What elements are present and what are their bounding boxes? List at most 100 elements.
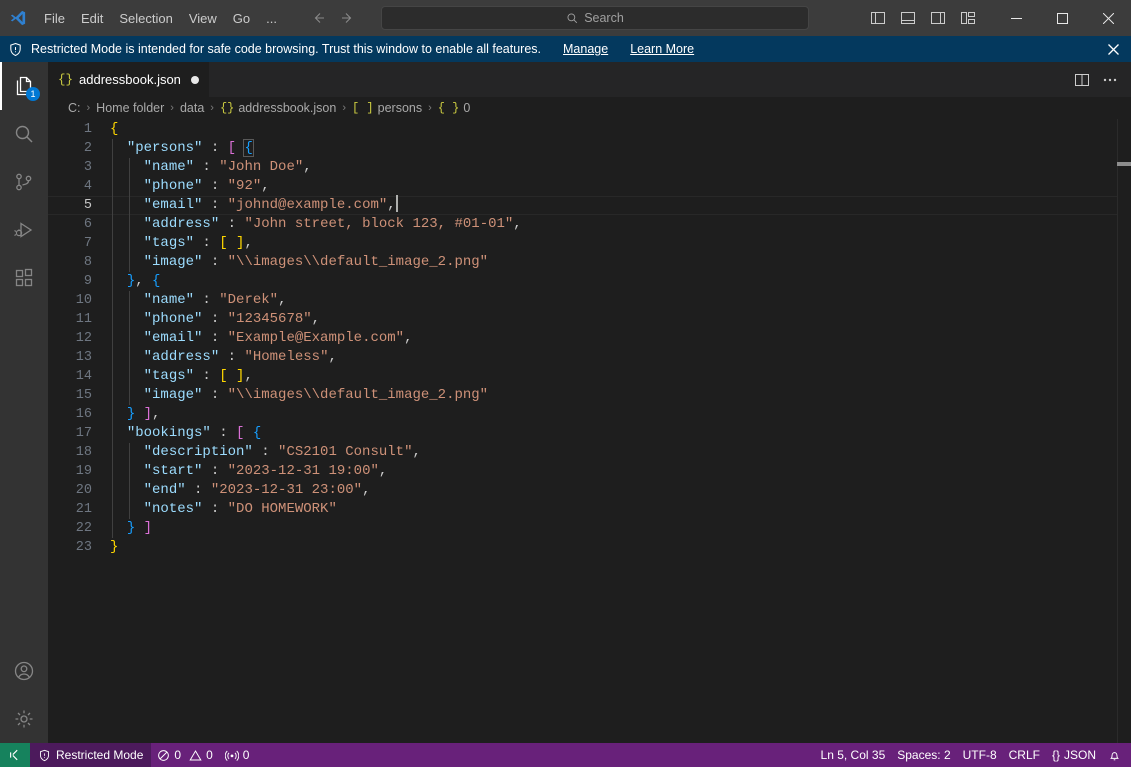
breadcrumb-item-home-folder[interactable]: Home folder <box>96 101 164 115</box>
line-number: 7 <box>83 236 92 251</box>
code-line[interactable]: 17 "bookings" : [ { <box>48 424 1117 443</box>
menu-selection[interactable]: Selection <box>111 0 180 36</box>
status-eol[interactable]: CRLF <box>1003 743 1046 767</box>
customize-layout-icon[interactable] <box>955 5 981 31</box>
code-token: , <box>404 330 413 346</box>
menu-file[interactable]: File <box>36 0 73 36</box>
code-line[interactable]: 20 "end" : "2023-12-31 23:00", <box>48 481 1117 500</box>
code-token: "John street, block 123, #01-01" <box>244 216 514 232</box>
scrollbar-slider[interactable] <box>1117 162 1131 166</box>
code-token: , <box>261 178 270 194</box>
minimize-icon[interactable] <box>993 0 1039 36</box>
code-line[interactable]: 6 "address" : "John street, block 123, #… <box>48 215 1117 234</box>
code-line[interactable]: 1{ <box>48 120 1117 139</box>
search-input[interactable]: Search <box>381 6 809 30</box>
code-line[interactable]: 18 "description" : "CS2101 Consult", <box>48 443 1117 462</box>
maximize-icon[interactable] <box>1039 0 1085 36</box>
status-ports[interactable]: 0 <box>219 743 256 767</box>
code-line[interactable]: 13 "address" : "Homeless", <box>48 348 1117 367</box>
gear-icon[interactable] <box>0 695 48 743</box>
title-bar: File Edit Selection View Go ... Search <box>0 0 1131 36</box>
line-number: 14 <box>75 369 92 384</box>
indent-guide <box>128 462 130 481</box>
editor-scrollbar[interactable] <box>1117 119 1131 743</box>
code-editor[interactable]: 1{2 "persons" : [ {3 "name" : "John Doe"… <box>48 119 1131 743</box>
code-line[interactable]: 15 "image" : "\\images\\default_image_2.… <box>48 386 1117 405</box>
code-line[interactable]: 5 "email" : "johnd@example.com", <box>48 194 1117 215</box>
sidebar-item-search[interactable] <box>0 110 48 158</box>
remote-window-indicator[interactable] <box>0 743 30 767</box>
status-notifications[interactable] <box>1102 743 1127 767</box>
code-token: : <box>202 387 228 403</box>
sidebar-item-run-and-debug[interactable] <box>0 206 48 254</box>
code-line[interactable]: 3 "name" : "John Doe", <box>48 158 1117 177</box>
status-encoding[interactable]: UTF-8 <box>957 743 1003 767</box>
menu-view[interactable]: View <box>181 0 225 36</box>
indent-guide <box>112 424 113 443</box>
indent-guide <box>112 348 113 367</box>
code-line[interactable]: 14 "tags" : [ ], <box>48 367 1117 386</box>
toggle-primary-sidebar-icon[interactable] <box>865 5 891 31</box>
code-line[interactable]: 7 "tags" : [ ], <box>48 234 1117 253</box>
status-problems[interactable]: 0 0 <box>151 743 218 767</box>
breadcrumb-item-index[interactable]: 0 <box>463 101 470 115</box>
code-line[interactable]: 11 "phone" : "12345678", <box>48 310 1117 329</box>
line-number: 15 <box>75 388 92 403</box>
code-line[interactable]: 21 "notes" : "DO HOMEWORK" <box>48 500 1117 519</box>
more-actions-icon[interactable] <box>1097 67 1123 93</box>
code-line[interactable]: 16 } ], <box>48 405 1117 424</box>
menu-edit[interactable]: Edit <box>73 0 111 36</box>
breadcrumb-item-file[interactable]: addressbook.json <box>238 101 336 115</box>
close-icon[interactable] <box>1085 0 1131 36</box>
code-line[interactable]: 19 "start" : "2023-12-31 19:00", <box>48 462 1117 481</box>
code-token: : <box>202 140 228 156</box>
code-lines-container[interactable]: 1{2 "persons" : [ {3 "name" : "John Doe"… <box>48 119 1117 743</box>
indent-guide <box>128 443 130 462</box>
code-line[interactable]: 8 "image" : "\\images\\default_image_2.p… <box>48 253 1117 272</box>
line-content: "address" : "John street, block 123, #01… <box>110 215 522 234</box>
status-restricted-mode[interactable]: Restricted Mode <box>30 743 152 767</box>
code-line[interactable]: 23} <box>48 538 1117 557</box>
arrow-right-icon[interactable] <box>337 7 359 29</box>
indent-guide <box>128 310 130 329</box>
code-line[interactable]: 10 "name" : "Derek", <box>48 291 1117 310</box>
split-editor-icon[interactable] <box>1069 67 1095 93</box>
status-cursor-position[interactable]: Ln 5, Col 35 <box>815 743 892 767</box>
code-token: "92" <box>227 178 262 194</box>
code-token: [ ] <box>219 368 245 384</box>
menu-go[interactable]: Go <box>225 0 258 36</box>
account-icon[interactable] <box>0 647 48 695</box>
code-token: [ <box>227 140 237 156</box>
code-line[interactable]: 2 "persons" : [ { <box>48 139 1117 158</box>
code-line[interactable]: 9 }, { <box>48 272 1117 291</box>
code-line[interactable]: 22 } ] <box>48 519 1117 538</box>
line-number: 3 <box>83 160 92 175</box>
toggle-panel-icon[interactable] <box>895 5 921 31</box>
code-line[interactable]: 4 "phone" : "92", <box>48 177 1117 196</box>
code-token: "image" <box>143 387 203 403</box>
banner-link-manage[interactable]: Manage <box>563 42 608 56</box>
banner-link-learn-more[interactable]: Learn More <box>630 42 694 56</box>
line-content: "address" : "Homeless", <box>110 348 337 367</box>
tab-addressbook-json[interactable]: {} addressbook.json <box>48 62 210 97</box>
code-token: "\\images\\default_image_2.png" <box>227 387 489 403</box>
status-indentation[interactable]: Spaces: 2 <box>891 743 956 767</box>
sidebar-item-extensions[interactable] <box>0 254 48 302</box>
status-language-mode[interactable]: {} JSON <box>1046 743 1102 767</box>
arrow-left-icon[interactable] <box>307 7 329 29</box>
breadcrumb-item-drive[interactable]: C: <box>68 101 81 115</box>
breadcrumb-item-data[interactable]: data <box>180 101 204 115</box>
banner-close-icon[interactable] <box>1103 39 1123 59</box>
indent-guide <box>128 253 130 272</box>
code-token: [ ] <box>219 235 245 251</box>
sidebar-item-source-control[interactable] <box>0 158 48 206</box>
breadcrumb-item-persons[interactable]: persons <box>378 101 422 115</box>
code-line[interactable]: 12 "email" : "Example@Example.com", <box>48 329 1117 348</box>
menu-more[interactable]: ... <box>258 0 285 36</box>
sidebar-item-explorer[interactable]: 1 <box>0 62 48 110</box>
toggle-secondary-sidebar-icon[interactable] <box>925 5 951 31</box>
line-number: 12 <box>75 331 92 346</box>
unsaved-indicator-icon[interactable] <box>190 75 199 84</box>
